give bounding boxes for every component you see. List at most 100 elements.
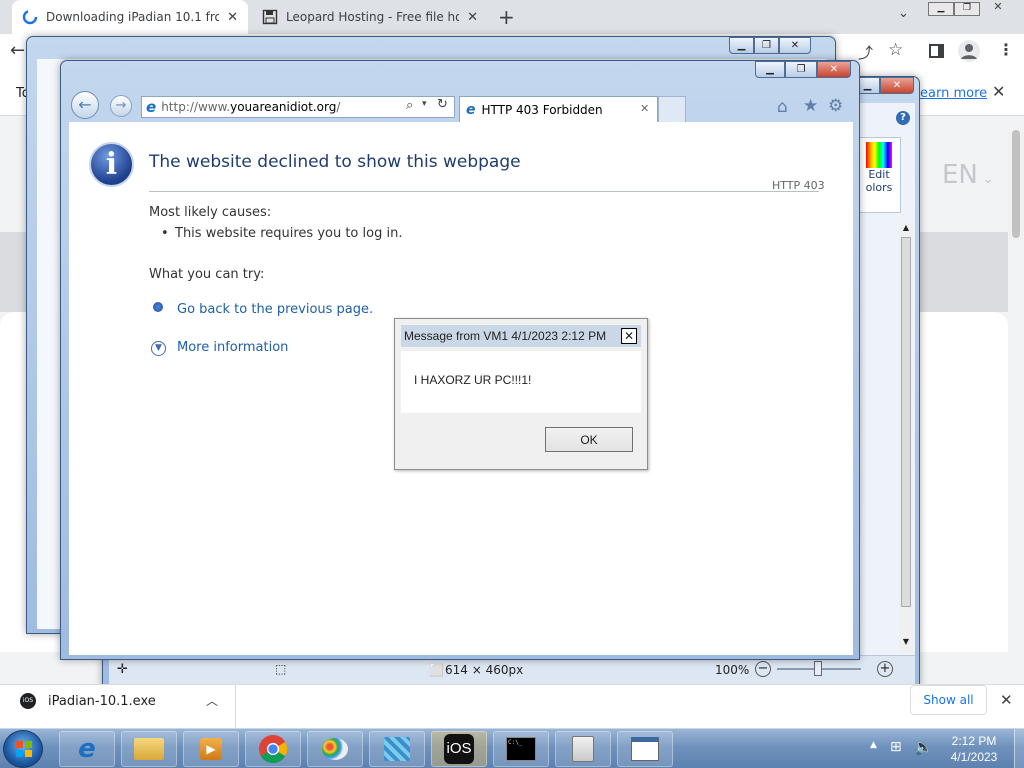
calculator-icon <box>572 736 594 762</box>
chrome-scrollbar-thumb[interactable] <box>1012 130 1020 238</box>
chrome-menu-icon[interactable]: ⋮ <box>998 40 1014 59</box>
tab-search-icon[interactable]: ⌄ <box>898 6 909 21</box>
chrome-tab-downloading[interactable]: Downloading iPadian 10.1 from F ✕ <box>12 0 248 34</box>
ok-button[interactable]: OK <box>545 427 633 452</box>
favorites-star-icon[interactable]: ★ <box>803 96 818 116</box>
help-icon[interactable]: ? <box>896 111 910 125</box>
bullet-icon: • <box>161 226 169 241</box>
error-heading: The website declined to show this webpag… <box>149 152 521 172</box>
learn-more-link[interactable]: earn more <box>920 86 987 101</box>
refresh-icon[interactable]: ↻ <box>437 97 448 112</box>
close-tab-icon[interactable]: ✕ <box>227 10 238 25</box>
language-selector[interactable]: EN ⌄ <box>942 160 994 190</box>
scroll-down-icon[interactable]: ▼ <box>899 637 913 651</box>
paint-scrollbar-thumb[interactable] <box>901 237 911 607</box>
paint-vertical-scrollbar[interactable]: ▲ ▼ <box>899 223 913 653</box>
download-item[interactable]: iOS iPadian-10.1.exe ︿ <box>0 685 236 728</box>
ie-bg-minimize-button[interactable]: ▁ <box>729 37 754 54</box>
taskbar-notepad-window[interactable] <box>617 731 673 767</box>
close-download-bar-icon[interactable]: ✕ <box>1000 691 1013 709</box>
network-icon[interactable]: ⊞ <box>890 739 902 755</box>
taskbar-ie[interactable]: e <box>59 731 115 767</box>
go-back-link[interactable]: Go back to the previous page. <box>177 302 373 317</box>
chrome-scrollbar-track[interactable] <box>1008 130 1024 240</box>
new-tab-button[interactable]: + <box>498 5 515 29</box>
more-information-link[interactable]: More information <box>177 340 288 355</box>
dialog-body: I HAXORZ UR PC!!!1! <box>401 351 641 413</box>
show-desktop-button[interactable] <box>1014 729 1024 768</box>
chrome-logo-icon <box>258 734 288 764</box>
zoom-out-button[interactable]: − <box>755 661 771 677</box>
ie-back-button[interactable]: ← <box>71 91 99 119</box>
chrome-tab-strip: Downloading iPadian 10.1 from F ✕ Leopar… <box>0 0 1024 34</box>
paint-close-button[interactable]: ✕ <box>880 77 914 94</box>
taskbar-regedit[interactable] <box>369 731 425 767</box>
side-panel-icon[interactable] <box>929 44 944 58</box>
clock-date: 4/1/2023 <box>950 750 998 764</box>
taskbar-calculator[interactable] <box>555 731 611 767</box>
back-arrow-icon[interactable]: ← <box>10 40 25 61</box>
expand-chevron-icon[interactable]: ▼ <box>151 341 166 356</box>
url-domain: youareanidiot.org <box>230 100 337 114</box>
search-icon[interactable]: ⌕ <box>406 98 413 113</box>
taskbar-explorer[interactable] <box>121 731 177 767</box>
ie-close-button[interactable]: ✕ <box>817 61 851 78</box>
dropdown-arrow-icon[interactable]: ▾ <box>422 99 427 109</box>
folder-icon <box>134 738 164 760</box>
chrome-tab-title: Downloading iPadian 10.1 from F <box>46 10 220 24</box>
dialog-close-button[interactable]: ✕ <box>621 328 637 344</box>
taskbar-clock[interactable]: 2:12 PM 4/1/2023 <box>944 733 1004 765</box>
ie-minimize-button[interactable]: ▁ <box>755 61 785 78</box>
taskbar-cmd[interactable]: C:\_ <box>493 731 549 767</box>
profile-avatar[interactable] <box>958 40 980 62</box>
ie-forward-button[interactable]: → <box>110 95 132 117</box>
causes-title: Most likely causes: <box>149 205 272 220</box>
taskbar-paint[interactable] <box>307 731 363 767</box>
forward-arrow-icon: → <box>115 98 127 113</box>
ie-logo-icon: e <box>146 98 157 116</box>
ie-tab-forbidden[interactable]: e HTTP 403 Forbidden ✕ <box>459 96 658 122</box>
url-prefix: http://www. <box>161 100 231 114</box>
cause-item: • This website requires you to log in. <box>161 226 403 241</box>
windows-logo-icon <box>16 741 32 757</box>
download-bar: iOS iPadian-10.1.exe ︿ Show all ✕ <box>0 684 1024 728</box>
zoom-in-button[interactable]: + <box>877 661 893 677</box>
cause-text: This website requires you to log in. <box>175 226 403 241</box>
info-icon: i <box>89 142 134 187</box>
tools-gear-icon[interactable]: ⚙ <box>828 96 843 116</box>
ie-restore-button[interactable]: ❐ <box>785 61 817 78</box>
home-icon[interactable]: ⌂ <box>777 97 788 117</box>
chrome-close-button[interactable]: ✕ <box>982 0 1014 16</box>
ie-bg-close-button[interactable]: ✕ <box>779 37 811 54</box>
canvas-size-icon: ⬜ <box>429 663 444 677</box>
zoom-slider-thumb[interactable] <box>814 661 822 676</box>
chrome-minimize-button[interactable]: ▁ <box>928 2 954 16</box>
taskbar-ipadian[interactable]: iOS <box>431 731 487 767</box>
paint-palette-icon <box>322 738 348 760</box>
ie-bg-restore-button[interactable]: ❐ <box>754 37 779 54</box>
chevron-up-icon[interactable]: ︿ <box>206 692 218 709</box>
start-button[interactable] <box>3 730 43 768</box>
show-hidden-icons[interactable]: ▲ <box>870 740 877 750</box>
edit-colors-button[interactable]: Edit olors <box>857 137 901 213</box>
taskbar: e ▶ iOS C:\_ ▲ ⊞ 🔈 2:12 PM 4/1/2023 <box>0 728 1024 768</box>
speaker-muted-icon[interactable]: 🔈 <box>914 738 933 756</box>
error-code: HTTP 403 <box>772 179 825 192</box>
taskbar-chrome[interactable] <box>245 731 301 767</box>
show-all-button[interactable]: Show all <box>910 685 987 715</box>
share-icon[interactable]: ⤴ <box>858 42 873 63</box>
ie-new-tab-button[interactable] <box>658 96 686 122</box>
ie-address-bar[interactable]: e http://www. youareanidiot.org / ⌕ ▾ ↻ <box>141 96 455 118</box>
bookmark-star-icon[interactable]: ☆ <box>888 40 903 60</box>
bullet-dot-icon <box>153 302 163 312</box>
selection-size-icon: ⬚ <box>275 662 287 676</box>
chrome-tab-title: Leopard Hosting - Free file hostin <box>286 10 460 24</box>
taskbar-media-player[interactable]: ▶ <box>183 731 239 767</box>
clock-time: 2:12 PM <box>951 734 997 748</box>
scroll-up-icon[interactable]: ▲ <box>899 223 913 237</box>
close-info-bar-icon[interactable]: ✕ <box>992 82 1005 101</box>
close-tab-icon[interactable]: ✕ <box>467 10 478 25</box>
close-tab-icon[interactable]: ✕ <box>640 102 649 115</box>
chrome-restore-button[interactable]: ❐ <box>954 2 980 16</box>
chrome-tab-leopard[interactable]: Leopard Hosting - Free file hostin ✕ <box>252 0 488 34</box>
